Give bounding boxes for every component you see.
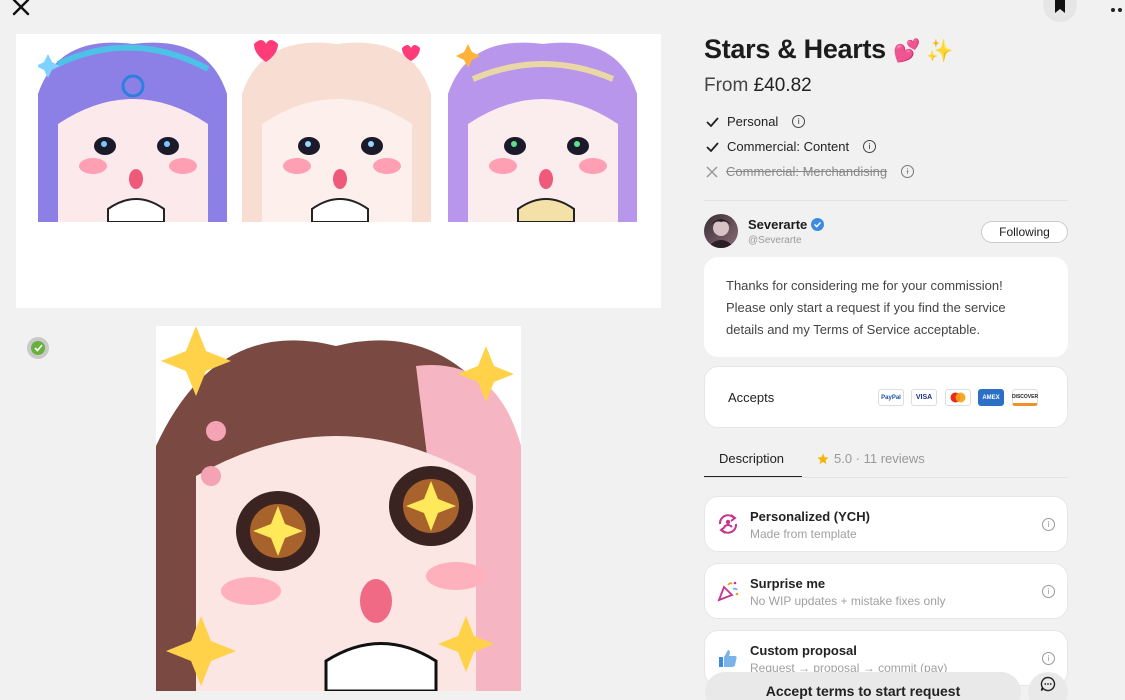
license-label: Commercial: Content <box>727 139 850 154</box>
artist-name[interactable]: Severarte <box>748 217 825 232</box>
chat-icon <box>1040 676 1056 692</box>
license-personal: Personal i <box>706 114 806 129</box>
close-icon[interactable] <box>10 0 32 18</box>
option-title: Surprise me <box>750 576 826 591</box>
following-button[interactable]: Following <box>981 221 1068 243</box>
verified-badge-icon <box>811 218 825 231</box>
price-amount: £40.82 <box>753 75 812 96</box>
listing-title: Stars & Hearts 💕 ✨ <box>704 34 954 64</box>
divider <box>704 200 1068 201</box>
option-title: Custom proposal <box>750 643 857 658</box>
option-surprise-me[interactable]: Surprise me No WIP updates + mistake fix… <box>704 563 1068 619</box>
info-icon[interactable]: i <box>901 165 915 178</box>
star-icon <box>817 453 829 464</box>
start-request-button[interactable]: Accept terms to start request <box>705 672 1021 700</box>
paypal-icon: PayPal <box>878 389 904 406</box>
accepts-card: Accepts PayPal VISA AMEX DISCOVER <box>704 366 1068 428</box>
party-popper-icon <box>717 581 739 602</box>
price-prefix: From <box>704 75 749 96</box>
emote-image-main[interactable] <box>156 326 521 691</box>
tab-description[interactable]: Description <box>719 451 784 466</box>
option-subtitle: No WIP updates + mistake fixes only <box>750 594 946 608</box>
personalized-icon <box>718 514 738 534</box>
license-commercial-merch: Commercial: Merchandising i <box>706 164 915 179</box>
check-icon <box>706 141 719 152</box>
artist-handle: @Severarte <box>748 235 802 246</box>
x-icon <box>706 165 718 178</box>
info-icon[interactable]: i <box>1042 585 1055 598</box>
emote-image-lilac[interactable] <box>448 34 637 222</box>
amex-icon: AMEX <box>978 389 1004 406</box>
emote-image-cream[interactable] <box>242 34 431 222</box>
license-label: Commercial: Merchandising <box>726 164 888 179</box>
reviews-summary: 5.0 · 11 reviews <box>834 451 925 466</box>
mastercard-icon <box>945 389 971 406</box>
license-commercial-content: Commercial: Content i <box>706 139 877 154</box>
discover-icon: DISCOVER <box>1012 389 1038 406</box>
tab-reviews[interactable]: 5.0 · 11 reviews <box>817 451 925 466</box>
info-icon[interactable]: i <box>863 140 877 153</box>
title-emoji: 💕 ✨ <box>893 38 954 63</box>
gallery-preview-strip <box>16 34 661 308</box>
avatar[interactable] <box>704 214 738 248</box>
accepts-label: Accepts <box>728 390 775 405</box>
option-subtitle: Made from template <box>750 527 857 541</box>
verified-check-icon <box>27 337 49 359</box>
emote-image-blue[interactable] <box>38 34 227 222</box>
info-icon[interactable]: i <box>792 115 806 128</box>
more-icon[interactable] <box>1110 0 1125 12</box>
option-title: Personalized (YCH) <box>750 509 870 524</box>
check-icon <box>706 116 719 127</box>
option-personalized[interactable]: Personalized (YCH) Made from template i <box>704 496 1068 552</box>
divider <box>704 477 1068 478</box>
bookmark-icon[interactable] <box>1043 0 1077 22</box>
listing-price: From £40.82 <box>704 75 812 97</box>
visa-icon: VISA <box>911 389 937 406</box>
artist-note: Thanks for considering me for your commi… <box>704 257 1068 357</box>
thumbs-up-icon <box>719 650 737 667</box>
license-label: Personal <box>727 114 779 129</box>
info-icon[interactable]: i <box>1042 518 1055 531</box>
info-icon[interactable]: i <box>1042 652 1055 665</box>
